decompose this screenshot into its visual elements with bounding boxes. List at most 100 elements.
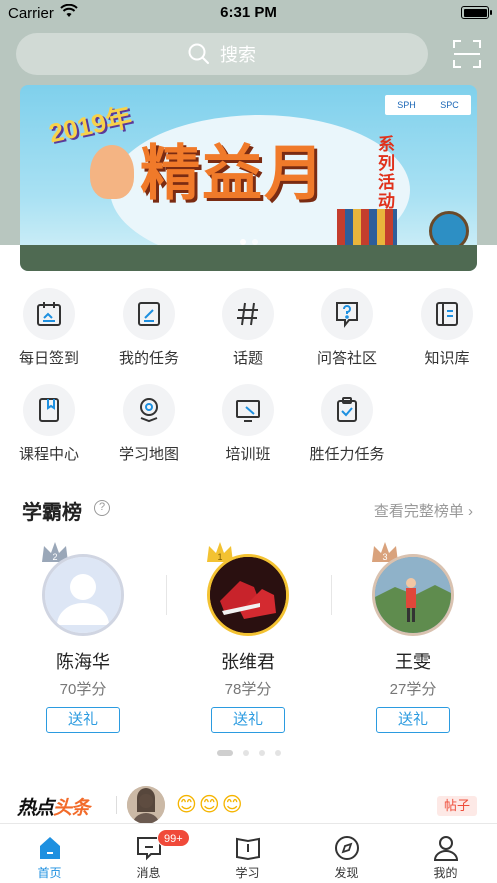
- send-gift-button[interactable]: 送礼: [46, 707, 120, 733]
- grid-item-topics[interactable]: 话题: [203, 288, 293, 368]
- send-gift-button[interactable]: 送礼: [376, 707, 450, 733]
- grid-label: 每日签到: [18, 350, 79, 367]
- leaderboard-entry[interactable]: 1 张维君 78学分 送礼: [173, 540, 323, 733]
- avatar-wrap: 2: [42, 540, 124, 636]
- banner-dot: [239, 239, 246, 245]
- tab-label: 消息: [136, 866, 161, 880]
- banner-series: 系列活动: [378, 135, 395, 211]
- grid-item-qa[interactable]: 问答社区: [302, 288, 392, 368]
- avatar: [372, 554, 454, 636]
- grid-label: 胜任力任务: [309, 446, 385, 463]
- tab-profile[interactable]: 我的: [396, 824, 495, 883]
- map-pin-icon: [123, 384, 175, 436]
- search-bar[interactable]: 搜索: [16, 33, 428, 75]
- help-icon[interactable]: ?: [94, 500, 110, 516]
- leaderboard-pager: [0, 750, 497, 756]
- scan-icon[interactable]: [453, 40, 481, 68]
- grid-item-competency[interactable]: 胜任力任务: [302, 384, 392, 464]
- pager-dot: [216, 750, 233, 756]
- grid-label: 问答社区: [316, 350, 377, 367]
- post-tag: 帖子: [437, 796, 477, 816]
- clipboard-check-icon: [321, 384, 373, 436]
- leaderboard-title: 学霸榜: [22, 502, 82, 524]
- rank-number: 3: [382, 552, 387, 562]
- divider: [166, 575, 167, 615]
- chevron-right-icon: ›: [468, 503, 473, 520]
- question-bubble-icon: [321, 288, 373, 340]
- banner-year: 2019年: [46, 101, 135, 149]
- send-gift-button[interactable]: 送礼: [211, 707, 285, 733]
- leaderboard-entry[interactable]: 3 王雯 27学分 送礼: [338, 540, 488, 733]
- task-edit-icon: [123, 288, 175, 340]
- pager-dot: [258, 750, 265, 756]
- grid-label: 我的任务: [118, 350, 179, 367]
- status-bar: Carrier 6:31 PM: [0, 0, 497, 26]
- hot-news-bar[interactable]: 热点头条 😊😊😊 帖子: [0, 780, 497, 828]
- tab-study[interactable]: 学习: [198, 824, 297, 883]
- tab-label: 我的: [433, 866, 458, 880]
- pager-dot: [274, 750, 281, 756]
- open-book-icon: [233, 833, 263, 863]
- search-placeholder: 搜索: [220, 45, 256, 65]
- divider: [331, 575, 332, 615]
- rank-number: 2: [52, 552, 57, 562]
- tab-label: 学习: [235, 866, 260, 880]
- banner-pager: [20, 239, 477, 245]
- grid-item-my-tasks[interactable]: 我的任务: [104, 288, 194, 368]
- unread-badge: 99+: [157, 829, 190, 847]
- battery-icon: [461, 6, 492, 19]
- rank-name: 张维君: [221, 652, 275, 672]
- compass-icon: [332, 833, 362, 863]
- banner-logo: SPH SPC: [385, 95, 471, 115]
- promo-banner[interactable]: 2019年 精益月 系列活动 SPH SPC: [20, 85, 477, 271]
- home-icon: [35, 833, 65, 863]
- screen-pen-icon: [222, 384, 274, 436]
- rank-score: 70学分: [59, 681, 107, 698]
- rank-name: 陈海华: [56, 652, 110, 672]
- avatar-wrap: 1: [207, 540, 289, 636]
- banner-character: [90, 145, 134, 199]
- clock: 6:31 PM: [220, 4, 277, 21]
- banner-dot: [251, 239, 258, 245]
- grid-item-knowledge[interactable]: 知识库: [402, 288, 492, 368]
- grid-label: 培训班: [225, 446, 271, 463]
- tab-label: 发现: [334, 866, 359, 880]
- avatar: [42, 554, 124, 636]
- avatar: [127, 786, 165, 824]
- leaderboard-entry[interactable]: 2 陈海华 70学分 送礼: [8, 540, 158, 733]
- tab-bar: 首页 消息 99+ 学习 发现 我的: [0, 823, 497, 883]
- rank-score: 27学分: [389, 681, 437, 698]
- hot-news-logo: 热点头条: [17, 793, 90, 820]
- rank-score: 78学分: [224, 681, 272, 698]
- tab-home[interactable]: 首页: [0, 824, 99, 883]
- avatar: [207, 554, 289, 636]
- hashtag-icon: [222, 288, 274, 340]
- calendar-check-icon: [23, 288, 75, 340]
- rank-number: 1: [217, 552, 222, 562]
- book-list-icon: [421, 288, 473, 340]
- search-icon: [188, 43, 209, 64]
- grid-item-courses[interactable]: 课程中心: [4, 384, 94, 464]
- rank-name: 王雯: [395, 652, 431, 672]
- tab-messages[interactable]: 消息 99+: [99, 824, 198, 883]
- leaderboard-header: 学霸榜 ? 查看完整榜单 ›: [22, 494, 477, 524]
- grid-item-checkin[interactable]: 每日签到: [4, 288, 94, 368]
- view-full-label: 查看完整榜单: [373, 503, 464, 520]
- banner-ground: [20, 245, 477, 271]
- grid-item-training-class[interactable]: 培训班: [203, 384, 293, 464]
- banner-title: 精益月: [140, 140, 326, 207]
- logo-spc: SPC: [440, 100, 459, 110]
- hot-news-logo-b: 头条: [53, 798, 90, 819]
- grid-label: 课程中心: [18, 446, 79, 463]
- user-icon: [431, 833, 461, 863]
- grid-label: 学习地图: [118, 446, 179, 463]
- grid-label: 话题: [232, 350, 263, 367]
- grid-label: 知识库: [424, 350, 470, 367]
- avatar-wrap: 3: [372, 540, 454, 636]
- grid-item-learning-map[interactable]: 学习地图: [104, 384, 194, 464]
- logo-sph: SPH: [397, 100, 416, 110]
- view-full-leaderboard-link[interactable]: 查看完整榜单 ›: [374, 500, 473, 521]
- tab-discover[interactable]: 发现: [297, 824, 396, 883]
- hot-news-logo-a: 热点: [17, 798, 54, 819]
- home-screen: Carrier 6:31 PM 搜索 2019年 精益月 系列活动 SPH SPC…: [0, 0, 497, 883]
